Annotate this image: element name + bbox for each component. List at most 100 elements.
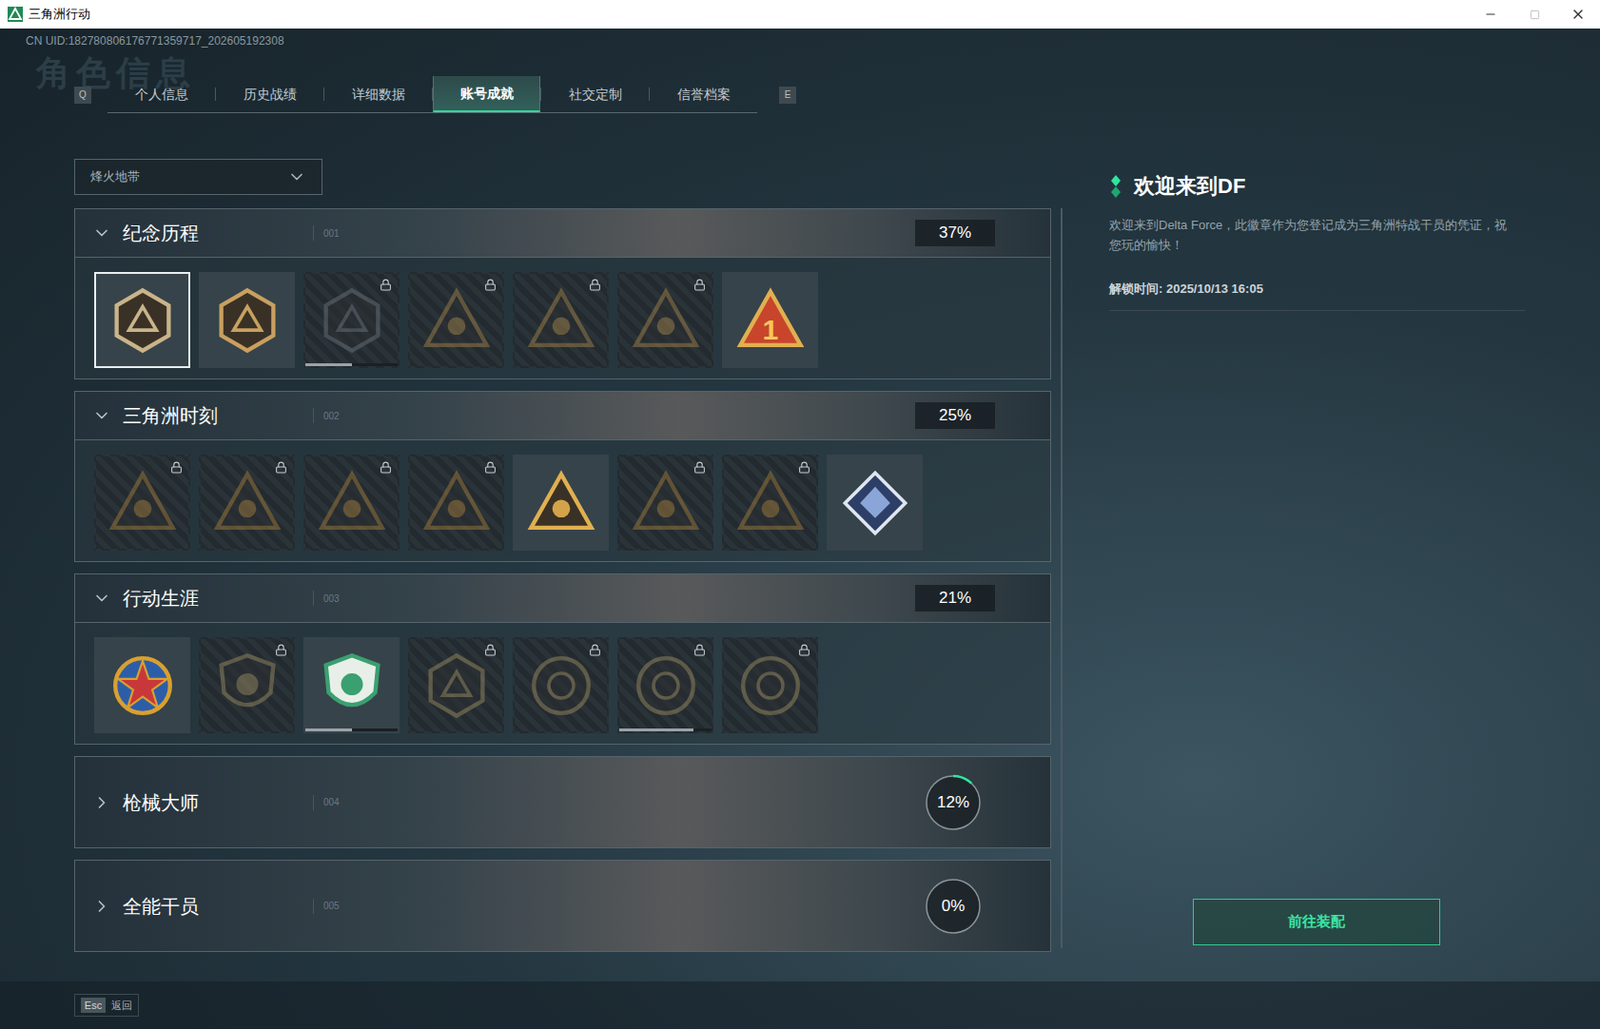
lock-icon [588,278,602,292]
badge-emblem-icon [422,468,491,538]
section-index: 004 [323,795,340,810]
divider [312,795,314,811]
lock-icon [484,278,497,292]
lock-icon [379,461,392,474]
achievement-badge[interactable] [617,637,714,734]
achievement-badge[interactable] [408,272,505,369]
achievement-section: 纪念历程00137% 1 [74,208,1052,380]
expand-icon[interactable] [92,793,112,813]
section-index: 005 [323,898,340,914]
tab[interactable]: 社交定制 [541,76,649,113]
achievement-badge[interactable] [721,454,819,551]
achievement-section[interactable]: 全能干员0050% [74,859,1052,953]
achievement-badge[interactable] [303,637,400,734]
ring-percent: 12% [936,790,970,816]
maximize-button[interactable] [1512,0,1557,29]
achievement-badge[interactable] [826,454,923,551]
achievement-badge[interactable] [198,272,295,369]
dropdown-icon [287,167,307,187]
badge-emblem-icon [526,468,596,538]
badge-emblem-icon [526,651,596,721]
minimize-button[interactable] [1468,0,1513,29]
close-button[interactable] [1556,0,1600,29]
progress-ring: 0% [922,876,984,937]
badge-emblem-icon [108,286,177,355]
badge-progress-fill [305,728,352,732]
mode-select[interactable]: 烽火地带 [74,158,323,196]
section-title: 纪念历程 [122,218,313,248]
tab[interactable]: 账号成就 [432,76,541,113]
expand-icon[interactable] [92,897,112,917]
equip-button[interactable]: 前往装配 [1192,898,1441,946]
collapse-icon[interactable] [92,406,112,426]
divider [312,898,314,915]
section-header[interactable]: 三角洲时刻00225% [75,391,1051,440]
achievement-section: 三角洲时刻00225% [74,390,1052,563]
achievement-badge[interactable] [303,454,400,551]
achievement-badge[interactable]: 1 [721,272,819,369]
achievement-badge[interactable] [617,454,714,551]
achievement-badge[interactable] [94,272,191,369]
app-logo-icon [7,6,23,22]
scrollbar[interactable] [1060,208,1063,949]
lock-icon [379,278,392,292]
badge-emblem-icon [736,468,805,538]
section-index: 003 [323,591,340,606]
badge-emblem-icon [317,468,387,538]
achievement-badge[interactable] [512,637,609,734]
badge-emblem-icon [631,286,701,355]
mode-select-value: 烽火地带 [90,167,140,187]
tab-separator [648,87,650,101]
tab-separator [540,87,542,101]
badge-grid [75,622,1051,744]
section-header[interactable]: 行动生涯00321% [75,574,1051,623]
badge-emblem-icon [213,468,282,538]
badge-progress-track [619,728,712,732]
achievement-section: 行动生涯00321% [74,573,1052,745]
lock-icon [693,643,706,657]
badge-emblem-icon [317,286,387,355]
achievement-badge[interactable] [303,272,400,369]
tab[interactable]: 详细数据 [324,76,432,113]
section-title: 三角洲时刻 [122,401,313,430]
achievement-badge[interactable] [721,637,819,734]
collapse-icon[interactable] [92,588,112,608]
badge-emblem-icon: 1 [736,286,805,355]
badge-emblem-icon [213,286,282,355]
badge-emblem-icon [840,468,910,538]
close-icon [1570,6,1586,22]
achievement-section[interactable]: 枪械大师00412% [74,756,1052,849]
achievement-badge[interactable] [198,637,295,734]
next-tab-key[interactable]: E [779,86,797,104]
achievement-badge[interactable] [198,454,295,551]
badge-progress-fill [305,363,352,367]
achievement-badge[interactable] [408,637,505,734]
achievement-badge[interactable] [512,272,609,369]
divider [312,590,314,606]
main-area: 角色信息CN UID:182780806176771359717_2026051… [0,28,1600,1029]
prev-tab-key[interactable]: Q [74,86,92,104]
section-title: 行动生涯 [122,584,313,613]
achievement-badge[interactable] [408,454,505,551]
app-window: 三角洲行动角色信息CN UID:182780806176771359717_20… [0,0,1600,1029]
lock-icon [274,643,288,657]
back-button[interactable]: Esc返回 [74,994,139,1018]
lock-icon [798,643,811,657]
tab[interactable]: 历史战绩 [215,76,324,113]
collapse-icon[interactable] [92,223,112,243]
badge-emblem-icon [213,651,282,721]
badge-emblem-icon [108,651,177,721]
svg-text:1: 1 [761,313,779,346]
achievement-badge[interactable] [94,454,191,551]
tab[interactable]: 信誉档案 [649,76,758,113]
achievement-badge[interactable] [512,454,609,551]
tab-separator [323,87,325,101]
badge-emblem-icon [422,286,491,355]
lock-icon [274,461,288,474]
lock-icon [693,278,706,292]
section-header[interactable]: 纪念历程00137% [75,209,1051,257]
achievement-badge[interactable] [617,272,714,369]
achievement-badge[interactable] [94,637,191,734]
lock-icon [484,461,497,474]
tab[interactable]: 个人信息 [107,76,215,113]
